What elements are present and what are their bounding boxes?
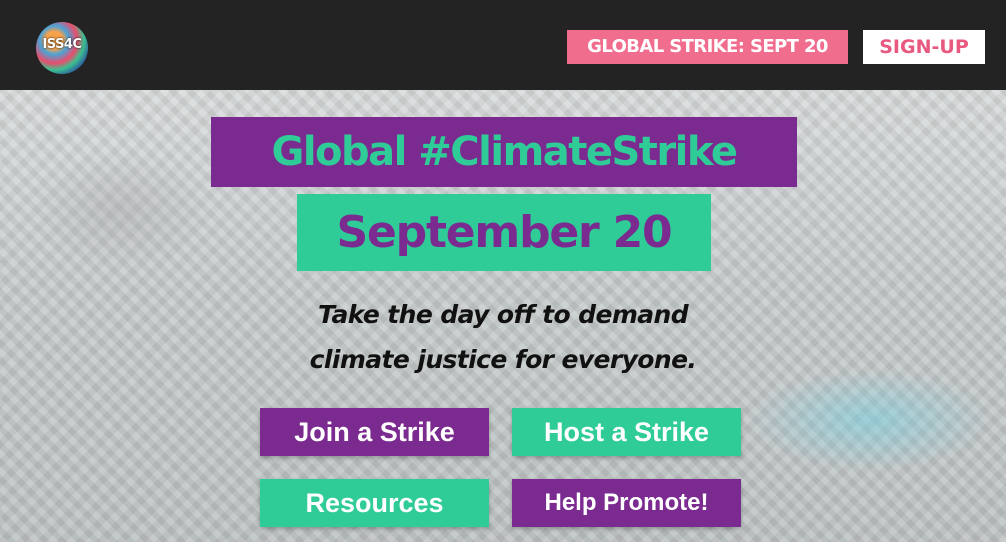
hero-tagline: Take the day off to demand climate justi…: [250, 292, 756, 382]
help-promote-button[interactable]: Help Promote!: [512, 479, 741, 527]
resources-button[interactable]: Resources: [260, 479, 489, 527]
tagline-line-1: Take the day off to demand: [317, 300, 689, 329]
global-strike-nav-button[interactable]: GLOBAL STRIKE: SEPT 20: [567, 30, 848, 64]
signup-nav-button[interactable]: SIGN-UP: [863, 30, 985, 64]
hero-title: Global #ClimateStrike: [211, 117, 797, 187]
tagline-line-2: climate justice for everyone.: [309, 345, 697, 374]
join-strike-button[interactable]: Join a Strike: [260, 408, 489, 456]
hero-date: September 20: [297, 194, 711, 271]
header-bar: ISS4C GLOBAL STRIKE: SEPT 20 SIGN-UP: [0, 0, 1006, 90]
logo-text: ISS4C: [42, 37, 82, 52]
logo[interactable]: ISS4C: [36, 22, 88, 74]
host-strike-button[interactable]: Host a Strike: [512, 408, 741, 456]
